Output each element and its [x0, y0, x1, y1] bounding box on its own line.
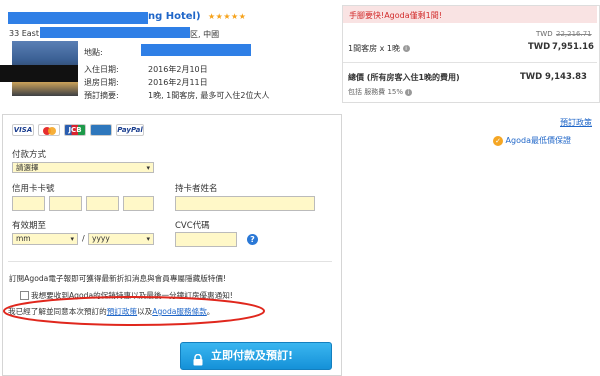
mastercard-icon [38, 124, 60, 136]
room-price: 7,951.16 [552, 42, 594, 52]
card-holder-label: 持卡者姓名 [175, 184, 218, 194]
amex-card-icon [90, 124, 112, 136]
room-currency: TWD [528, 42, 551, 52]
fee-note: 包括 服務費 15% i [348, 87, 413, 97]
summary-value: 1晚, 1間客房, 最多可入住2位大人 [148, 91, 270, 100]
visa-card-icon: VISA [12, 124, 34, 136]
hotel-address-start: 33 East [9, 29, 39, 38]
chevron-down-icon: ▾ [146, 235, 150, 243]
chevron-down-icon: ▾ [70, 235, 74, 243]
payment-method-select[interactable]: 請選擇 ▾ [12, 162, 154, 173]
original-price: 22,216.71 [556, 30, 592, 38]
booking-policy-side-link[interactable]: 預訂政策 [560, 117, 592, 128]
highlight-annotation [3, 296, 265, 326]
room-line: 1間客房 x 1晚 i [348, 43, 410, 54]
payment-method-value: 請選擇 [16, 163, 39, 172]
card-number-field-4[interactable] [123, 196, 154, 211]
info-icon[interactable]: i [405, 88, 413, 96]
newsletter-text: 訂閱Agoda電子報即可獲得最新折扣消息與會員專屬隱藏版特價! [9, 274, 227, 283]
chevron-down-icon: ▾ [146, 164, 150, 172]
redacted-location [141, 44, 251, 56]
pay-button-label: 立即付款及預訂! [211, 349, 294, 362]
hotel-address-end: 区, 中國 [190, 30, 220, 39]
payment-panel [2, 114, 342, 376]
card-number-field-1[interactable] [12, 196, 45, 211]
jcb-card-icon: JCB [64, 124, 86, 136]
expiry-year-value: yyyy [92, 234, 110, 243]
cvc-label: CVC代碼 [175, 221, 210, 231]
lock-icon [193, 350, 203, 366]
star-rating: ★★★★★ [208, 12, 247, 21]
redacted-image-overlay [0, 65, 78, 82]
card-number-field-2[interactable] [49, 196, 82, 211]
summary-divider [343, 62, 597, 63]
summary-label: 預訂摘要: [84, 91, 119, 100]
total-currency: TWD [520, 72, 543, 82]
urgency-text: 手腳要快!Agoda僅剩1間! [349, 11, 442, 20]
card-holder-field[interactable] [175, 196, 315, 211]
checkout-value: 2016年2月11日 [148, 78, 208, 87]
hotel-name[interactable]: ng Hotel) [148, 11, 201, 22]
original-currency: TWD [536, 30, 553, 38]
card-number-field-3[interactable] [86, 196, 119, 211]
cvc-field[interactable] [175, 232, 237, 247]
card-number-label: 信用卡卡號 [12, 184, 55, 194]
cvc-help-icon[interactable]: ? [247, 234, 258, 245]
expiry-month-select[interactable]: mm ▾ [12, 233, 78, 245]
total-price: 9,143.83 [545, 72, 587, 82]
address-label: 地點: [84, 48, 103, 57]
redacted-address [40, 27, 190, 38]
divider [8, 261, 332, 262]
expiry-separator: / [82, 234, 85, 243]
room-line-text: 1間客房 x 1晚 [348, 44, 400, 53]
check-badge-icon: ✓ [493, 135, 503, 146]
expiry-month-value: mm [16, 234, 31, 243]
total-label: 總價 (所有房客入住1晚的費用) [348, 73, 460, 82]
checkout-label: 退房日期: [84, 78, 119, 87]
pay-and-book-button[interactable]: 立即付款及預訂! [180, 342, 332, 370]
checkin-label: 入住日期: [84, 65, 119, 74]
checkin-value: 2016年2月10日 [148, 65, 208, 74]
fee-note-text: 包括 服務費 15% [348, 88, 404, 96]
best-price-guarantee[interactable]: ✓ Agoda最低價保證 [493, 135, 571, 146]
expiry-year-select[interactable]: yyyy ▾ [88, 233, 154, 245]
best-price-link: Agoda最低價保證 [505, 136, 571, 145]
paypal-icon: PayPal [116, 124, 144, 136]
redacted-hotel-name [8, 12, 148, 24]
expiry-label: 有效期至 [12, 221, 47, 231]
info-icon[interactable]: i [402, 45, 410, 52]
urgency-banner: 手腳要快!Agoda僅剩1間! [343, 6, 597, 23]
payment-method-label: 付款方式 [12, 150, 47, 160]
